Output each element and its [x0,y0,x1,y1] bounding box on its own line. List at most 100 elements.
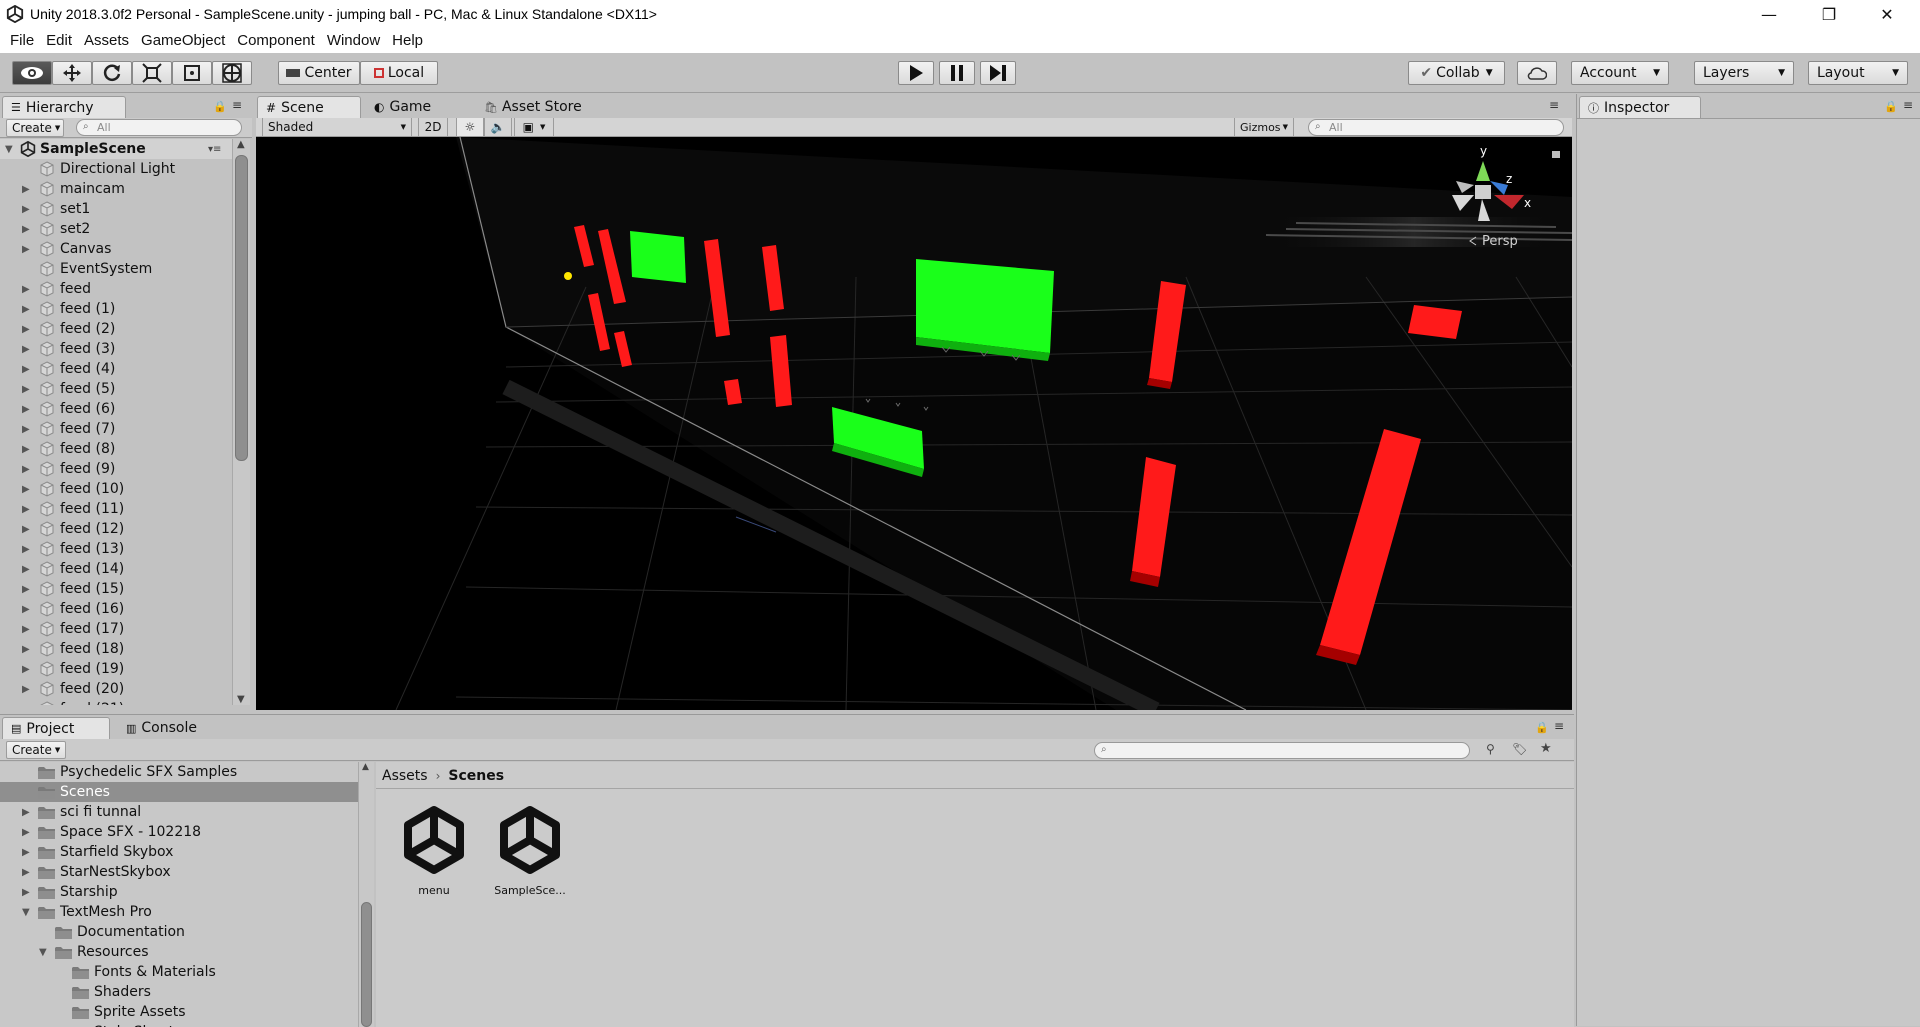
transform-tool-button[interactable] [212,61,252,85]
expand-arrow-icon[interactable]: ▶ [22,364,30,375]
asset-item-menu[interactable]: menu [394,804,474,900]
effects-dropdown[interactable]: ▣ ▼ [514,118,554,136]
hierarchy-item[interactable]: EventSystem [0,259,232,279]
expand-arrow-icon[interactable]: ▶ [22,704,30,706]
project-folder-item[interactable]: Sprite Assets [0,1002,358,1022]
expand-arrow-icon[interactable]: ▶ [22,504,30,515]
filter-type-icon[interactable]: ⚲ [1486,742,1495,756]
lock-icon[interactable] [1552,151,1560,158]
hierarchy-search-input[interactable]: ⌕ All [76,119,242,136]
hierarchy-item[interactable]: ▶Canvas [0,239,232,259]
favorite-star-icon[interactable]: ★ [1540,741,1552,756]
expand-arrow-icon[interactable]: ▶ [22,344,30,355]
scale-tool-button[interactable] [132,61,172,85]
project-folder-item[interactable]: ▶sci fi tunnal [0,802,358,822]
hierarchy-item[interactable]: ▶feed (20) [0,679,232,699]
hierarchy-item[interactable]: Directional Light [0,159,232,179]
hierarchy-item[interactable]: ▶feed (6) [0,399,232,419]
scene-viewport[interactable]: y z x Persp [256,137,1572,710]
account-dropdown[interactable]: Account ▼ [1571,61,1669,85]
expand-arrow-icon[interactable]: ▶ [22,807,30,818]
scroll-down-icon[interactable]: ▼ [237,694,245,705]
move-tool-button[interactable] [52,61,92,85]
scene-3d-view[interactable]: y z x Persp [256,137,1572,710]
collab-dropdown[interactable]: ✔ Collab ▼ [1408,61,1505,85]
menu-help[interactable]: Help [386,32,429,49]
lock-icon[interactable]: 🔒 [1535,721,1549,734]
project-folder-item[interactable]: ▶Starship [0,882,358,902]
audio-toggle[interactable]: 🔈 [484,118,512,136]
menu-window[interactable]: Window [321,32,386,49]
hierarchy-item[interactable]: ▶set2 [0,219,232,239]
expand-arrow-icon[interactable]: ▼ [5,144,13,155]
pivot-center-button[interactable]: Center [278,61,360,85]
hierarchy-item[interactable]: ▶feed [0,279,232,299]
tab-console[interactable]: ▥ Console [118,717,218,739]
hierarchy-item[interactable]: ▶maincam [0,179,232,199]
step-button[interactable] [980,61,1016,85]
panel-menu-icon[interactable]: ≡ [1903,98,1913,112]
project-folder-item[interactable]: Fonts & Materials [0,962,358,982]
expand-arrow-icon[interactable]: ▼ [39,947,47,958]
expand-arrow-icon[interactable]: ▶ [22,404,30,415]
view-tool-button[interactable] [12,61,52,85]
menu-edit[interactable]: Edit [40,32,78,49]
tab-game[interactable]: ◐ Game [366,96,458,118]
expand-arrow-icon[interactable]: ▶ [22,204,30,215]
breadcrumb-scenes[interactable]: Scenes [448,768,504,784]
expand-arrow-icon[interactable]: ▶ [22,887,30,898]
hierarchy-item[interactable]: ▶feed (17) [0,619,232,639]
filter-label-icon[interactable]: 🏷 [1512,742,1527,756]
expand-arrow-icon[interactable]: ▶ [22,544,30,555]
hierarchy-item[interactable]: ▶feed (8) [0,439,232,459]
project-folder-item[interactable]: Documentation [0,922,358,942]
hierarchy-item[interactable]: ▶feed (14) [0,559,232,579]
menu-file[interactable]: File [4,32,40,49]
hierarchy-item[interactable]: ▶feed (11) [0,499,232,519]
cloud-button[interactable] [1517,61,1557,85]
y-axis-cone-icon[interactable] [1476,161,1490,181]
scroll-up-icon[interactable]: ▲ [362,762,369,772]
breadcrumb-assets[interactable]: Assets [382,768,428,784]
hierarchy-item[interactable]: ▶feed (21) [0,699,232,705]
lighting-toggle[interactable]: ☼ [456,118,484,136]
pause-button[interactable] [939,61,975,85]
hierarchy-item[interactable]: ▶feed (16) [0,599,232,619]
hierarchy-item[interactable]: ▶set1 [0,199,232,219]
hierarchy-item[interactable]: ▶feed (2) [0,319,232,339]
hierarchy-item[interactable]: ▶feed (19) [0,659,232,679]
expand-arrow-icon[interactable]: ▶ [22,644,30,655]
platform[interactable] [916,259,1054,353]
expand-arrow-icon[interactable]: ▶ [22,184,30,195]
create-button[interactable]: Create ▼ [6,119,64,137]
expand-arrow-icon[interactable]: ▶ [22,624,30,635]
close-button[interactable]: ✕ [1864,0,1910,28]
layout-dropdown[interactable]: Layout ▼ [1808,61,1908,85]
expand-arrow-icon[interactable]: ▶ [22,324,30,335]
projection-label[interactable]: Persp [1482,234,1518,249]
create-button[interactable]: Create ▼ [6,741,66,759]
expand-arrow-icon[interactable]: ▶ [22,564,30,575]
panel-menu-icon[interactable]: ≡ [1554,719,1564,733]
pivot-local-button[interactable]: Local [360,61,438,85]
lock-icon[interactable]: 🔒 [1884,100,1898,113]
project-folder-item[interactable]: ▶Space SFX - 102218 [0,822,358,842]
project-folder-item[interactable]: ▼Resources [0,942,358,962]
panel-menu-icon[interactable]: ≡ [232,98,242,112]
expand-arrow-icon[interactable]: ▶ [22,284,30,295]
hierarchy-item[interactable]: ▶feed (13) [0,539,232,559]
menu-gameobject[interactable]: GameObject [135,32,231,49]
project-folder-item[interactable]: ▼TextMesh Pro [0,902,358,922]
obstacle[interactable] [1408,305,1462,339]
expand-arrow-icon[interactable]: ▶ [22,444,30,455]
hierarchy-item[interactable]: ▶feed (10) [0,479,232,499]
project-search-input[interactable]: ⌕ [1094,742,1470,759]
menu-assets[interactable]: Assets [78,32,135,49]
hierarchy-item[interactable]: ▶feed (5) [0,379,232,399]
project-tree-scroll-thumb[interactable] [361,902,372,1027]
hierarchy-item[interactable]: ▶feed (15) [0,579,232,599]
expand-arrow-icon[interactable]: ▶ [22,424,30,435]
panel-menu-icon[interactable]: ≡ [1549,98,1559,112]
play-button[interactable] [898,61,934,85]
tab-asset-store[interactable]: 🛍 Asset Store [476,96,606,118]
